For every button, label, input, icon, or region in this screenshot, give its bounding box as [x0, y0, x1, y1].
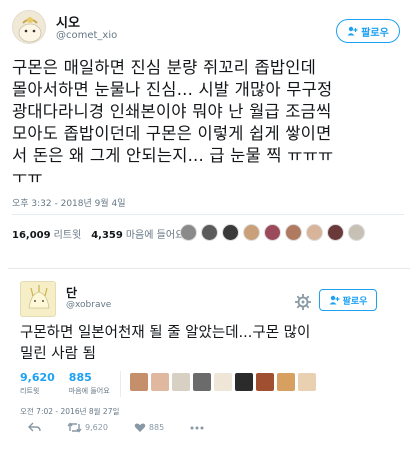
liker-avatar[interactable]: [298, 373, 316, 391]
retweet-icon: [67, 422, 82, 433]
like-stat[interactable]: 885 마음에 들어요: [69, 371, 110, 396]
liker-avatar[interactable]: [193, 373, 211, 391]
add-user-icon: [347, 26, 358, 36]
avatar[interactable]: [12, 10, 46, 44]
follow-button[interactable]: 팔로우: [319, 289, 377, 311]
avatar-illustration-icon: [28, 285, 50, 309]
reply-button[interactable]: [28, 422, 41, 433]
liker-avatar[interactable]: [256, 373, 274, 391]
like-action-count: 885: [148, 423, 165, 432]
retweet-count: 16,009: [12, 230, 51, 241]
tweet-stats: 16,009 리트윗 4,359 마음에 들어요: [12, 226, 184, 241]
display-name[interactable]: 시오: [56, 12, 80, 31]
liker-avatar[interactable]: [348, 224, 365, 241]
heart-icon: [134, 423, 146, 432]
follow-button[interactable]: 팔로우: [336, 19, 400, 43]
avatar-illustration-icon: [18, 17, 42, 43]
liker-avatar[interactable]: [264, 224, 281, 241]
retweet-stat[interactable]: 9,620 리트윗: [20, 371, 55, 396]
tweet-text-line: 모아도 좁밥이던데 구몬은 이렇게 쉽게 쌓이면: [12, 124, 332, 143]
add-user-icon: [329, 295, 340, 305]
reply-icon: [28, 422, 41, 432]
retweet-action-count: 9,620: [85, 423, 108, 432]
tweet-text-line: 구몬하면 일본어천재 될 줄 알았는데...구몬 많이: [20, 325, 311, 341]
tweet-text-line: ㅜㅠ: [12, 168, 43, 187]
retweet-label: 리트윗: [53, 230, 82, 241]
liker-avatar[interactable]: [180, 224, 197, 241]
like-stat[interactable]: 4,359 마음에 들어요: [91, 226, 184, 241]
display-name[interactable]: 단: [66, 284, 77, 301]
follow-button-label: 팔로우: [342, 296, 368, 307]
avatar[interactable]: [20, 281, 56, 317]
gear-icon[interactable]: [292, 291, 314, 313]
divider: [120, 371, 121, 397]
like-label: 마음에 들어요: [68, 387, 110, 395]
liker-avatar[interactable]: [243, 224, 260, 241]
retweet-count: 9,620: [20, 371, 55, 384]
liker-avatars: [180, 224, 365, 241]
retweet-label: 리트윗: [20, 387, 40, 395]
tweet-text-line: 서 돈은 왜 그게 안되는지... 급 눈물 찍 ㅠㅠㅠ: [12, 146, 334, 165]
liker-avatar[interactable]: [306, 224, 323, 241]
tweet-text-line: 광대다라니경 인쇄본이야 뭐야 난 월급 조금씩: [12, 102, 332, 121]
like-label: 마음에 들어요: [125, 230, 185, 241]
tweet-timestamp[interactable]: 오전 7:02 - 2016년 8월 27일: [20, 406, 119, 417]
tweet-text-line: 밀린 사람 됨: [20, 346, 96, 362]
user-handle[interactable]: @xobrave: [66, 300, 111, 310]
tweet-text: 구몬하면 일본어천재 될 줄 알았는데...구몬 많이 밀린 사람 됨: [20, 323, 405, 365]
tweet-card-quoted: 단 @xobrave 팔로우 구몬하면 일본어천재 될 줄 알았는데...구몬 …: [8, 268, 410, 450]
follow-button-label: 팔로우: [361, 27, 389, 39]
liker-avatar[interactable]: [327, 224, 344, 241]
liker-avatar[interactable]: [151, 373, 169, 391]
tweet-timestamp[interactable]: 오후 3:32 - 2018년 9월 4일: [12, 196, 126, 209]
liker-avatars: [130, 373, 316, 391]
divider: [12, 214, 404, 215]
liker-avatar[interactable]: [172, 373, 190, 391]
like-count: 885: [68, 371, 92, 384]
like-button[interactable]: 885: [134, 422, 164, 433]
retweet-stat[interactable]: 16,009 리트윗: [12, 226, 81, 241]
tweet-card-main: 시오 @comet_xio 팔로우 구몬은 매일하면 진심 분량 쥐꼬리 좁밥인…: [0, 0, 416, 262]
like-count: 4,359: [91, 230, 123, 241]
liker-avatar[interactable]: [235, 373, 253, 391]
tweet-text-line: 몰아서하면 눈물나 진심... 시발 개많아 무구정: [12, 80, 333, 99]
liker-avatar[interactable]: [201, 224, 218, 241]
liker-avatar[interactable]: [285, 224, 302, 241]
more-dots-icon: [190, 426, 204, 429]
liker-avatar[interactable]: [214, 373, 232, 391]
liker-avatar[interactable]: [130, 373, 148, 391]
tweet-stats: 9,620 리트윗 885 마음에 들어요: [20, 371, 110, 396]
more-button[interactable]: [190, 426, 204, 430]
liker-avatar[interactable]: [277, 373, 295, 391]
retweet-button[interactable]: 9,620: [67, 422, 108, 433]
user-handle[interactable]: @comet_xio: [56, 30, 117, 41]
tweet-text-line: 구몬은 매일하면 진심 분량 쥐꼬리 좁밥인데: [12, 58, 317, 77]
tweet-text: 구몬은 매일하면 진심 분량 쥐꼬리 좁밥인데 몰아서하면 눈물나 진심... …: [12, 57, 407, 189]
liker-avatar[interactable]: [222, 224, 239, 241]
tweet-actions: 9,620 885: [28, 422, 226, 433]
